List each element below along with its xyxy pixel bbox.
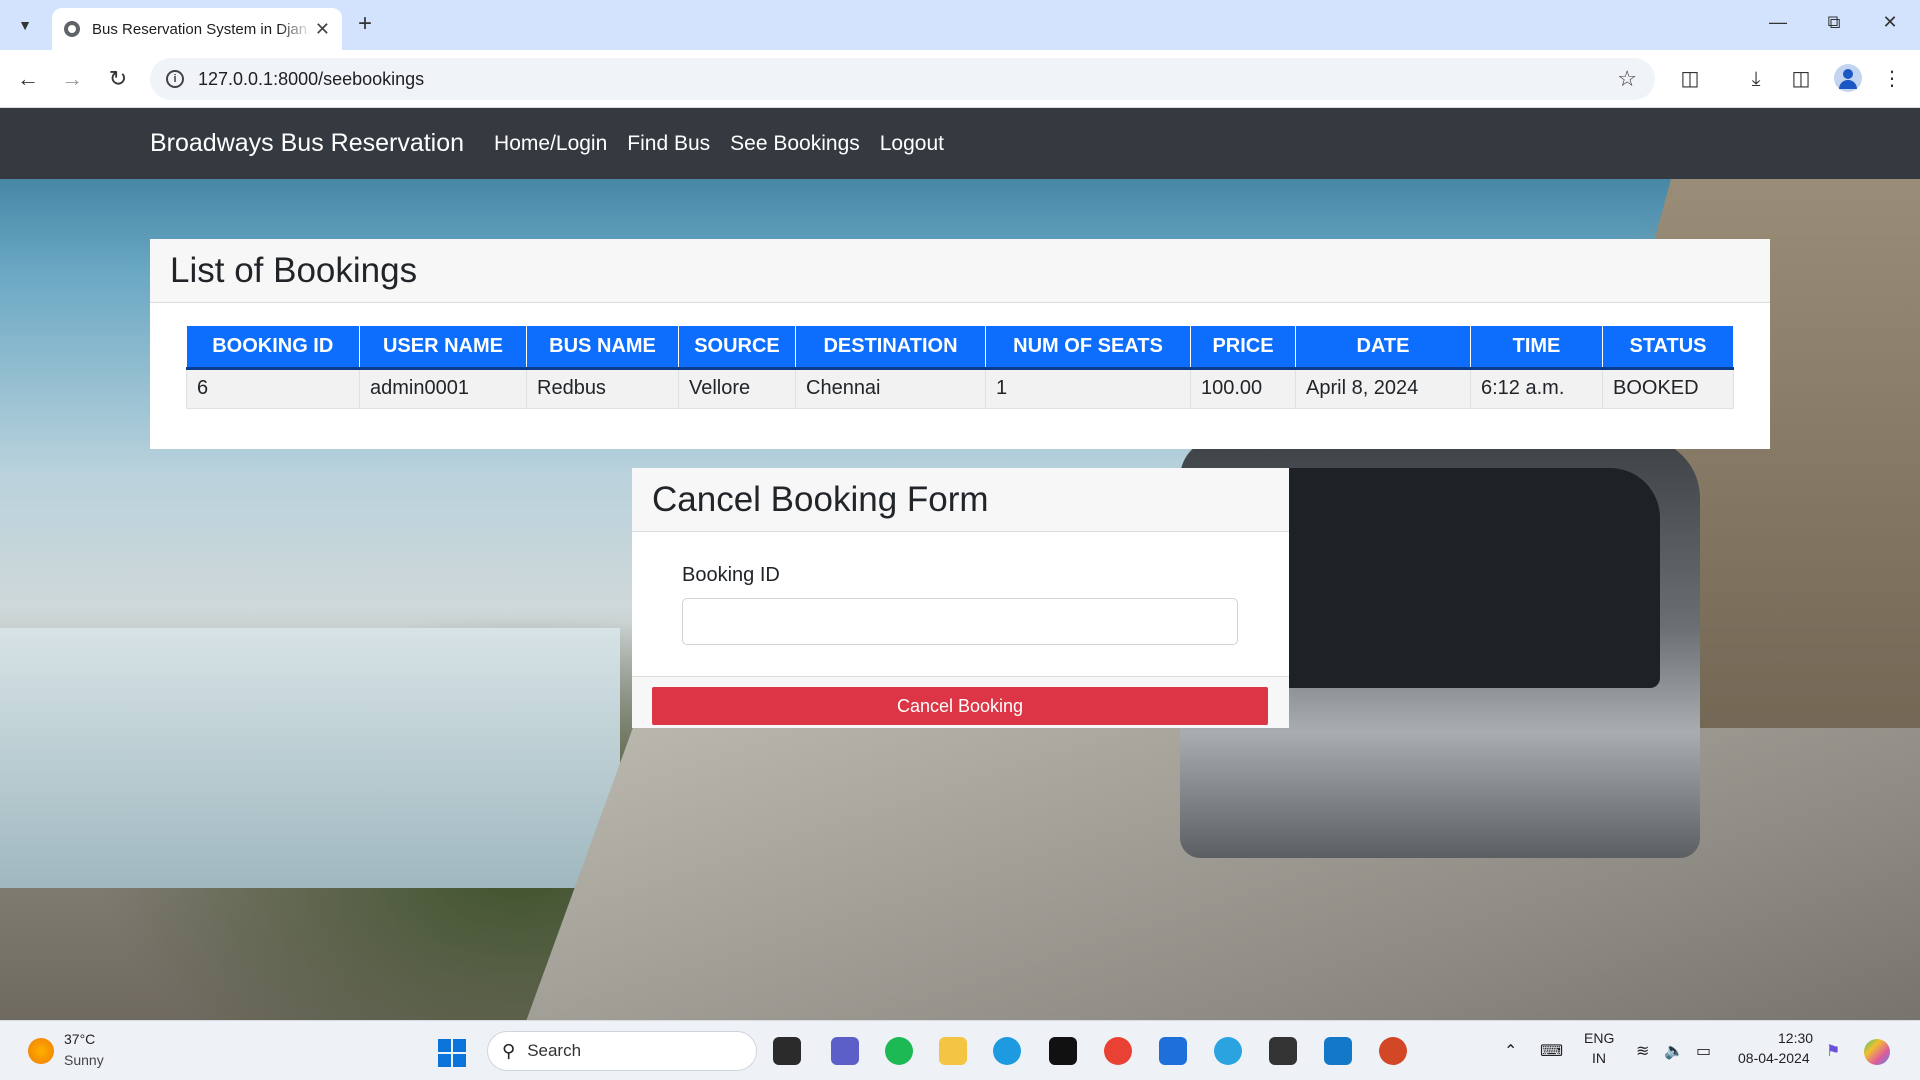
cancel-booking-button[interactable]: Cancel Booking xyxy=(652,687,1268,725)
powerpoint-icon[interactable] xyxy=(1379,1037,1407,1065)
windows-taskbar: 37°C Sunny ⚲ Search ⌃ ⌨ ENG IN ≋ 🔈 ▭ 12:… xyxy=(0,1020,1920,1080)
cell-booking-id: 6 xyxy=(186,367,360,409)
edge-icon[interactable] xyxy=(993,1037,1021,1065)
download-icon[interactable]: ⤓ xyxy=(1742,66,1770,94)
web-page: Broadways Bus Reservation Home/Login Fin… xyxy=(0,108,1920,1020)
side-panel-icon[interactable]: ◫ xyxy=(1787,66,1815,94)
globe-icon xyxy=(64,21,80,37)
netflix-icon[interactable] xyxy=(1049,1037,1077,1065)
background-sea xyxy=(0,628,620,888)
terminal-icon[interactable] xyxy=(1269,1037,1297,1065)
minimize-icon[interactable]: — xyxy=(1758,12,1798,33)
col-booking-id: BOOKING ID xyxy=(186,326,360,370)
clock-date[interactable]: 08-04-2024 xyxy=(1738,1050,1810,1066)
sun-icon[interactable] xyxy=(28,1038,54,1064)
close-icon[interactable]: ✕ xyxy=(315,19,330,40)
bookings-card-header: List of Bookings xyxy=(150,239,1770,303)
extensions-icon[interactable]: ◫ xyxy=(1676,66,1704,94)
file-explorer-icon[interactable] xyxy=(939,1037,967,1065)
site-info-icon[interactable]: i xyxy=(166,70,184,88)
taskbar-search-placeholder: Search xyxy=(527,1041,582,1060)
col-time: TIME xyxy=(1470,326,1603,370)
language-region[interactable]: IN xyxy=(1592,1050,1606,1066)
chevron-down-icon: ▼ xyxy=(18,17,32,33)
new-tab-button[interactable]: + xyxy=(352,12,378,38)
language-code[interactable]: ENG xyxy=(1584,1030,1614,1046)
url-field[interactable]: i 127.0.0.1:8000/seebookings ☆ xyxy=(150,58,1655,100)
back-arrow-icon[interactable]: ← xyxy=(14,66,42,94)
bookings-table: BOOKING ID USER NAME BUS NAME SOURCE DES… xyxy=(186,326,1734,409)
cell-status: BOOKED xyxy=(1602,367,1734,409)
col-status: STATUS xyxy=(1602,326,1734,370)
bookmark-star-icon[interactable]: ☆ xyxy=(1617,66,1637,92)
windows-start-icon[interactable] xyxy=(438,1039,466,1067)
window-close-icon[interactable]: ✕ xyxy=(1870,12,1910,33)
cell-destination: Chennai xyxy=(795,367,986,409)
cell-time: 6:12 a.m. xyxy=(1470,367,1603,409)
forward-arrow-icon[interactable]: → xyxy=(58,66,86,94)
nav-home-login[interactable]: Home/Login xyxy=(494,132,607,156)
spotify-icon[interactable] xyxy=(885,1037,913,1065)
telegram-icon[interactable] xyxy=(1214,1037,1242,1065)
brand-link[interactable]: Broadways Bus Reservation xyxy=(150,129,464,158)
col-destination: DESTINATION xyxy=(795,326,986,370)
notification-bell-icon[interactable]: ⚑ xyxy=(1826,1041,1840,1061)
cell-num-of-seats: 1 xyxy=(985,367,1191,409)
site-navbar: Broadways Bus Reservation Home/Login Fin… xyxy=(0,108,1920,179)
cell-price: 100.00 xyxy=(1190,367,1296,409)
cell-bus-name: Redbus xyxy=(526,367,679,409)
profile-avatar[interactable] xyxy=(1834,64,1862,92)
cell-source: Vellore xyxy=(678,367,796,409)
nav-see-bookings[interactable]: See Bookings xyxy=(730,132,860,156)
reload-icon[interactable]: ↻ xyxy=(104,66,132,94)
col-bus-name: BUS NAME xyxy=(526,326,679,370)
bookings-title: List of Bookings xyxy=(170,250,418,290)
cell-date: April 8, 2024 xyxy=(1295,367,1471,409)
bookings-card: List of Bookings BOOKING ID USER NAME BU… xyxy=(150,239,1770,449)
chevron-up-icon[interactable]: ⌃ xyxy=(1504,1041,1517,1061)
tab-search-button[interactable]: ▼ xyxy=(10,10,40,40)
col-user-name: USER NAME xyxy=(359,326,527,370)
chrome-icon[interactable] xyxy=(1104,1037,1132,1065)
wifi-icon[interactable]: ≋ xyxy=(1636,1041,1649,1061)
volume-icon[interactable]: 🔈 xyxy=(1664,1041,1684,1061)
task-view-icon[interactable] xyxy=(773,1037,801,1065)
browser-tabstrip: ▼ Bus Reservation System in Djan ✕ + — ⧉… xyxy=(0,0,1920,50)
col-price: PRICE xyxy=(1190,326,1296,370)
restore-icon[interactable]: ⧉ xyxy=(1814,12,1854,33)
weather-description[interactable]: Sunny xyxy=(64,1052,104,1068)
nav-find-bus[interactable]: Find Bus xyxy=(627,132,710,156)
table-header-row: BOOKING ID USER NAME BUS NAME SOURCE DES… xyxy=(186,326,1734,370)
booking-id-input[interactable] xyxy=(682,598,1238,645)
vscode-icon[interactable] xyxy=(1324,1037,1352,1065)
cell-user-name: admin0001 xyxy=(359,367,527,409)
search-icon: ⚲ xyxy=(502,1040,516,1061)
nav-logout[interactable]: Logout xyxy=(880,132,944,156)
col-date: DATE xyxy=(1295,326,1471,370)
cancel-booking-card: Cancel Booking Form Booking ID Cancel Bo… xyxy=(632,468,1289,728)
copilot-icon[interactable] xyxy=(1864,1039,1890,1065)
browser-tab[interactable]: Bus Reservation System in Djan ✕ xyxy=(52,8,342,50)
col-source: SOURCE xyxy=(678,326,796,370)
clock-time[interactable]: 12:30 xyxy=(1778,1030,1813,1046)
table-row: 6 admin0001 Redbus Vellore Chennai 1 100… xyxy=(186,367,1734,409)
teams-icon[interactable] xyxy=(831,1037,859,1065)
weather-temperature[interactable]: 37°C xyxy=(64,1031,95,1047)
menu-dots-icon[interactable]: ⋮ xyxy=(1878,66,1906,94)
store-icon[interactable] xyxy=(1159,1037,1187,1065)
cancel-card-header: Cancel Booking Form xyxy=(632,468,1289,532)
keyboard-icon[interactable]: ⌨ xyxy=(1540,1041,1563,1061)
url-text: 127.0.0.1:8000/seebookings xyxy=(198,68,425,89)
col-num-of-seats: NUM OF SEATS xyxy=(985,326,1191,370)
cancel-form-title: Cancel Booking Form xyxy=(652,479,989,519)
cancel-card-footer: Cancel Booking xyxy=(632,676,1289,728)
address-bar: ← → ↻ i 127.0.0.1:8000/seebookings ☆ ◫ ⤓… xyxy=(0,50,1920,108)
booking-id-label: Booking ID xyxy=(682,564,780,586)
taskbar-search-box[interactable]: ⚲ Search xyxy=(487,1031,757,1071)
tab-title: Bus Reservation System in Djan xyxy=(92,20,308,38)
battery-icon[interactable]: ▭ xyxy=(1696,1041,1711,1061)
